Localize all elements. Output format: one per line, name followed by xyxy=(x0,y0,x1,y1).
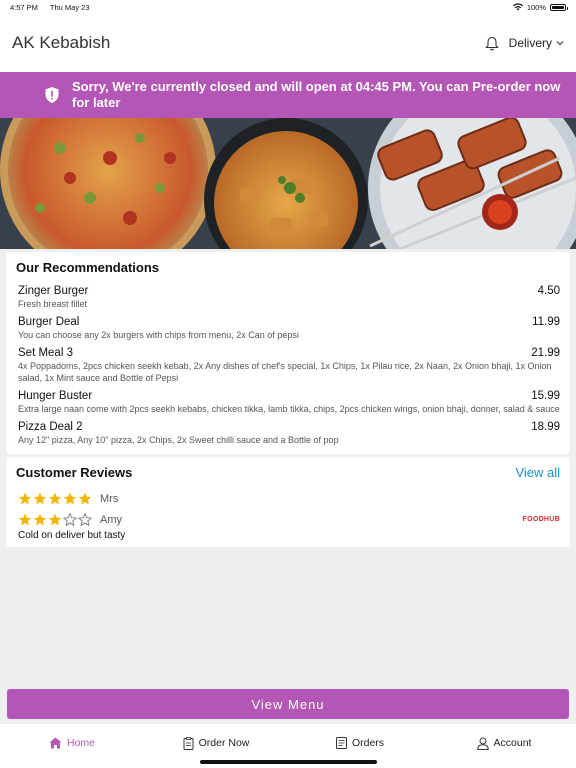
reviewer-name: Amy xyxy=(100,513,122,526)
item-price: 4.50 xyxy=(537,285,560,297)
app-header: AK Kebabish Delivery xyxy=(0,14,576,72)
view-menu-button[interactable]: View Menu xyxy=(7,689,569,719)
item-name: Zinger Burger xyxy=(18,285,89,297)
status-date: Thu May 23 xyxy=(49,2,90,12)
star-filled-icon xyxy=(48,513,62,526)
item-description: Any 12" pizza, Any 10" pizza, 2x Chips, … xyxy=(18,435,339,445)
tab-label: Order Now xyxy=(198,737,250,749)
restaurant-title: AK Kebabish xyxy=(12,33,111,52)
item-name: Pizza Deal 2 xyxy=(18,421,83,433)
item-description: Extra large naan come with 2pcs seekh ke… xyxy=(18,404,560,414)
item-price: 15.99 xyxy=(531,390,560,402)
battery-icon xyxy=(550,3,568,11)
star-filled-icon xyxy=(33,492,47,505)
star-rating xyxy=(18,492,92,505)
item-name: Burger Deal xyxy=(18,316,80,328)
hero-food-image xyxy=(0,118,576,249)
home-indicator xyxy=(200,760,377,764)
closed-message: Sorry, We're currently closed and will o… xyxy=(72,79,561,110)
receipt-icon xyxy=(335,737,347,749)
tab-account[interactable]: Account xyxy=(432,724,576,768)
item-description: 4x Poppadoms, 2pcs chicken seekh kebab, … xyxy=(18,361,552,383)
item-price: 18.99 xyxy=(531,421,560,433)
item-description: You can choose any 2x burgers with chips… xyxy=(18,330,299,340)
star-rating xyxy=(18,513,92,526)
wifi-icon xyxy=(512,3,523,11)
status-bar: 4:57 PM Thu May 23 100% xyxy=(0,0,576,14)
closed-banner: Sorry, We're currently closed and will o… xyxy=(0,72,576,118)
tab-home[interactable]: Home xyxy=(0,724,144,768)
chevron-down-icon xyxy=(556,41,564,46)
bell-icon[interactable] xyxy=(485,36,499,51)
tab-label: Orders xyxy=(351,737,385,749)
view-all-reviews-link[interactable]: View all xyxy=(515,465,560,480)
delivery-label: Delivery xyxy=(508,36,552,50)
delivery-mode-select[interactable]: Delivery xyxy=(509,36,564,50)
recommendation-item[interactable]: Set Meal 3 21.99 4x Poppadoms, 2pcs chick… xyxy=(16,347,560,384)
item-description: Fresh breast fillet xyxy=(18,299,88,309)
shield-alert-icon xyxy=(45,87,59,103)
reviews-card: Customer Reviews View all Mrs Amy FOODHU… xyxy=(6,457,570,547)
review-item: Amy FOODHUB xyxy=(16,513,560,526)
recommendation-item[interactable]: Burger Deal 11.99 You can choose any 2x b… xyxy=(16,316,560,341)
star-empty-icon xyxy=(63,513,77,526)
recommendation-item[interactable]: Hunger Buster 15.99 Extra large naan come… xyxy=(16,390,560,415)
recommendation-item[interactable]: Pizza Deal 2 18.99 Any 12" pizza, Any 10"… xyxy=(16,421,560,446)
item-price: 11.99 xyxy=(532,316,560,328)
star-filled-icon xyxy=(18,513,32,526)
reviewer-name: Mrs xyxy=(100,492,119,505)
foodhub-logo: FOODHUB xyxy=(522,516,560,523)
item-name: Set Meal 3 xyxy=(18,347,73,359)
star-filled-icon xyxy=(78,492,92,505)
item-name: Hunger Buster xyxy=(18,390,93,402)
recommendations-title: Our Recommendations xyxy=(16,260,160,275)
home-icon xyxy=(49,737,62,749)
review-text: Cold on deliver but tasty xyxy=(18,530,126,541)
item-price: 21.99 xyxy=(531,347,560,359)
star-filled-icon xyxy=(18,492,32,505)
star-empty-icon xyxy=(78,513,92,526)
clipboard-icon xyxy=(183,736,194,750)
battery-percent: 100% xyxy=(526,2,546,12)
star-filled-icon xyxy=(33,513,47,526)
star-filled-icon xyxy=(63,492,77,505)
user-icon xyxy=(476,737,489,750)
recommendations-card: Our Recommendations Zinger Burger 4.50 Fr… xyxy=(6,252,570,454)
status-time: 4:57 PM xyxy=(10,2,38,12)
review-item: Mrs xyxy=(16,492,560,505)
tab-label: Home xyxy=(66,737,95,749)
recommendation-item[interactable]: Zinger Burger 4.50 Fresh breast fillet xyxy=(16,285,560,310)
star-filled-icon xyxy=(48,492,62,505)
reviews-title: Customer Reviews xyxy=(16,465,133,480)
tab-label: Account xyxy=(493,737,532,749)
